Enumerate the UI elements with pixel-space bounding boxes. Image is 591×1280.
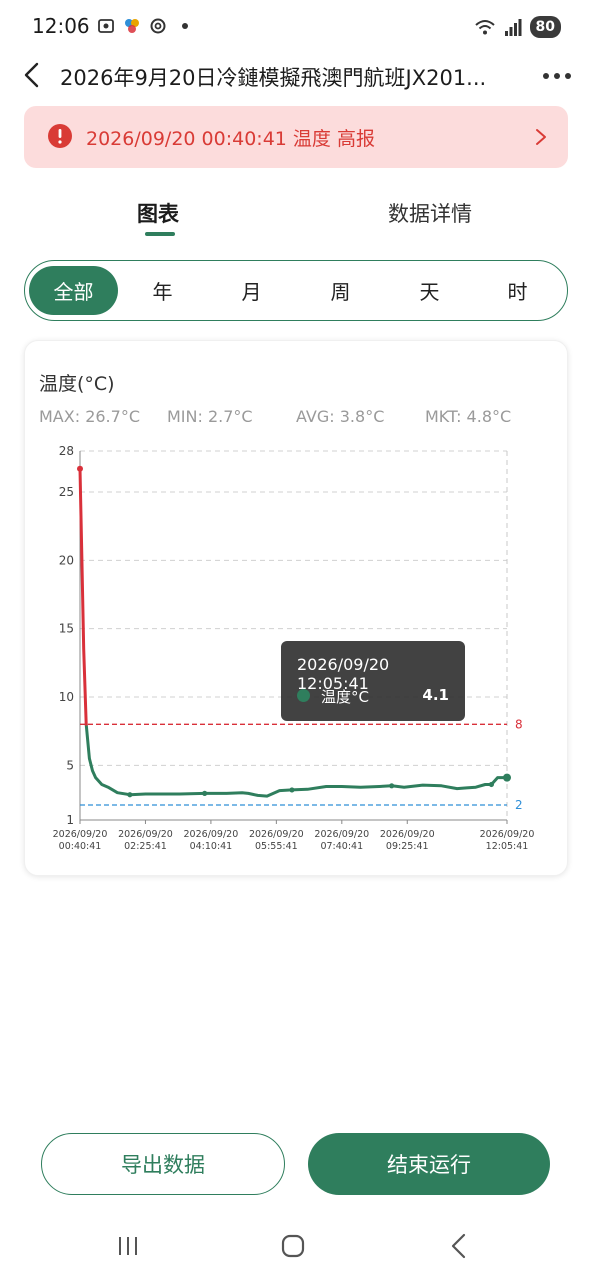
status-bar: 12:06 80 [0, 0, 591, 54]
time-range-selector: 全部 年 月 周 天 时 [24, 260, 568, 321]
x-tick-label: 2026/09/20 [314, 829, 369, 840]
status-icons [96, 16, 188, 36]
home-icon[interactable] [280, 1233, 306, 1259]
status-right: 80 [474, 16, 561, 38]
x-tick-label: 07:40:41 [320, 841, 363, 852]
alert-icon [48, 124, 72, 148]
view-tabs: 图表 数据详情 [0, 190, 591, 242]
x-tick-label: 12:05:41 [486, 841, 529, 852]
back-arrow-icon[interactable] [18, 60, 48, 90]
x-tick-label: 05:55:41 [255, 841, 298, 852]
battery-indicator: 80 [529, 16, 561, 38]
x-tick-label: 04:10:41 [190, 841, 233, 852]
y-tick-label: 10 [59, 690, 74, 704]
chart-points [77, 465, 511, 798]
app-color-icon [125, 19, 139, 33]
notification-dot [182, 23, 188, 29]
start-point [77, 465, 83, 472]
x-tick-label: 2026/09/20 [184, 829, 239, 840]
range-day[interactable]: 天 [385, 266, 474, 315]
chart-lines [78, 467, 509, 798]
alert-text: 2026/09/20 00:40:41 温度 高报 [86, 128, 375, 150]
high-temperature-alert[interactable]: 2026/09/20 00:40:41 温度 高报 [24, 106, 568, 168]
range-hour[interactable]: 时 [473, 266, 562, 315]
range-month[interactable]: 月 [207, 266, 296, 315]
tooltip-series-dot [297, 689, 310, 702]
tab-data-details[interactable]: 数据详情 [388, 198, 472, 228]
data-point [127, 792, 133, 798]
chart-thresholds: 82 [80, 717, 523, 812]
signal-icon [504, 19, 522, 36]
recent-apps-icon[interactable] [116, 1234, 140, 1258]
threads-icon [150, 18, 166, 34]
chart-grid [80, 450, 508, 820]
x-tick-label: 2026/09/20 [118, 829, 173, 840]
temperature-line-chart[interactable]: 82 1510152025282026/09/2000:40:412026/09… [25, 341, 569, 877]
range-all[interactable]: 全部 [29, 266, 118, 315]
data-point [488, 781, 495, 788]
x-tick-label: 2026/09/20 [380, 829, 435, 840]
selected-point [503, 773, 511, 782]
y-tick-label: 25 [59, 485, 74, 499]
system-back-icon[interactable] [448, 1232, 470, 1260]
more-options-icon[interactable] [541, 64, 573, 88]
data-point [202, 790, 208, 796]
temperature-chart-card: 温度(°C) MAX: 26.7°C MIN: 2.7°C AVG: 3.8°C… [24, 340, 568, 876]
data-point [389, 783, 395, 789]
export-data-button[interactable]: 导出数据 [41, 1133, 285, 1195]
y-tick-label: 28 [59, 444, 74, 458]
page-title: 2026年9月20日冷鏈模擬飛澳門航班JX201... [60, 66, 487, 90]
x-tick-label: 2026/09/20 [249, 829, 304, 840]
header: 2026年9月20日冷鏈模擬飛澳門航班JX201... [0, 54, 591, 98]
system-navigation-bar [0, 1220, 591, 1280]
y-tick-label: 5 [66, 758, 74, 772]
screenshot-icon [98, 19, 114, 33]
x-tick-label: 2026/09/20 [53, 829, 108, 840]
data-point [289, 787, 295, 793]
series-line-high [78, 467, 88, 726]
wifi-icon [474, 20, 495, 35]
status-time: 12:06 [32, 14, 90, 38]
series-line-normal [84, 722, 509, 798]
tooltip-value: 4.1 [422, 686, 449, 704]
y-tick-label: 15 [59, 622, 74, 636]
y-tick-label: 20 [59, 553, 74, 567]
chevron-right-icon [536, 129, 546, 145]
range-year[interactable]: 年 [118, 266, 207, 315]
threshold-label: 2 [515, 798, 523, 812]
tab-chart[interactable]: 图表 [137, 198, 179, 228]
x-tick-label: 2026/09/20 [480, 829, 535, 840]
end-run-button[interactable]: 结束运行 [308, 1133, 550, 1195]
y-tick-label: 1 [66, 813, 74, 827]
active-tab-indicator [145, 232, 175, 236]
x-tick-label: 09:25:41 [386, 841, 429, 852]
chart-tooltip: 2026/09/20 12:05:41 温度°C 4.1 [281, 641, 465, 721]
tooltip-series-label: 温度°C [321, 688, 369, 706]
x-tick-label: 00:40:41 [59, 841, 102, 852]
threshold-label: 8 [515, 717, 523, 731]
chart-axes [79, 451, 508, 824]
range-week[interactable]: 周 [296, 266, 385, 315]
x-tick-label: 02:25:41 [124, 841, 167, 852]
